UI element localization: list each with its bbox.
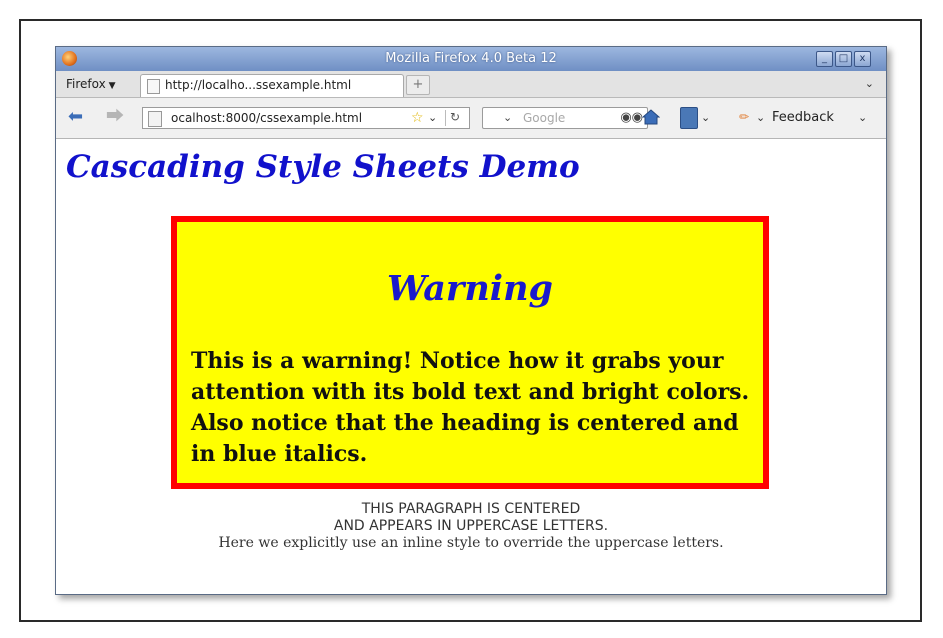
centered-line-3: Here we explicitly use an inline style t…: [218, 535, 724, 551]
chevron-down-icon: ▼: [105, 81, 116, 91]
page-title: Cascading Style Sheets Demo: [66, 149, 580, 185]
chevron-down-icon[interactable]: ⌄: [701, 111, 710, 124]
chevron-down-icon[interactable]: ⌄: [858, 111, 867, 124]
firefox-menu-button[interactable]: Firefox ▼: [66, 77, 116, 91]
tab-list-button[interactable]: ⌄: [865, 77, 874, 90]
maximize-button[interactable]: □: [835, 51, 852, 67]
forward-arrow-icon[interactable]: ⮕: [106, 108, 124, 126]
firefox-menu-label: Firefox: [66, 77, 106, 91]
page-icon: [147, 79, 160, 94]
page-icon: [148, 111, 162, 127]
tab-bar: Firefox ▼ http://localho...ssexample.htm…: [56, 71, 886, 98]
warning-box: Warning This is a warning! Notice how it…: [171, 216, 769, 489]
chevron-down-icon[interactable]: ⌄: [428, 111, 437, 124]
feedback-icon[interactable]: ✏: [739, 110, 749, 124]
centered-paragraph: This paragraph is centered and appears i…: [56, 501, 886, 552]
url-bar[interactable]: ocalhost:8000/cssexample.html ☆ ⌄ ↻: [142, 107, 470, 129]
tab-label: http://localho...ssexample.html: [165, 78, 352, 92]
tab-current[interactable]: http://localho...ssexample.html: [140, 74, 404, 97]
chevron-down-icon[interactable]: ⌄: [503, 111, 512, 124]
binoculars-icon[interactable]: ◉◉: [620, 110, 643, 125]
navigation-toolbar: ⬅ ⮕ ocalhost:8000/cssexample.html ☆ ⌄ ↻ …: [56, 98, 886, 139]
title-bar[interactable]: Mozilla Firefox 4.0 Beta 12 _ □ x: [56, 47, 886, 71]
bookmark-icon[interactable]: [680, 107, 698, 129]
chevron-down-icon[interactable]: ⌄: [756, 111, 765, 124]
feedback-button[interactable]: Feedback: [772, 110, 834, 125]
minimize-button[interactable]: _: [816, 51, 833, 67]
page-content: Cascading Style Sheets Demo Warning This…: [56, 139, 886, 594]
new-tab-button[interactable]: +: [406, 75, 430, 95]
search-placeholder: Google: [523, 111, 566, 125]
search-input[interactable]: ⌄ Google ◉◉: [482, 107, 648, 129]
warning-heading: Warning: [386, 268, 554, 309]
centered-line-1: This paragraph is centered: [361, 501, 581, 517]
browser-window: Mozilla Firefox 4.0 Beta 12 _ □ x Firefo…: [55, 46, 887, 595]
reload-icon[interactable]: ↻: [445, 110, 464, 126]
star-icon[interactable]: ☆: [411, 110, 424, 126]
home-icon[interactable]: [642, 109, 660, 125]
warning-text: This is a warning! Notice how it grabs y…: [191, 348, 750, 467]
window-title: Mozilla Firefox 4.0 Beta 12: [385, 51, 557, 66]
url-text[interactable]: ocalhost:8000/cssexample.html: [171, 111, 362, 125]
centered-line-2: and appears in uppercase letters.: [333, 518, 609, 534]
back-arrow-icon[interactable]: ⬅: [68, 108, 83, 126]
close-button[interactable]: x: [854, 51, 871, 67]
